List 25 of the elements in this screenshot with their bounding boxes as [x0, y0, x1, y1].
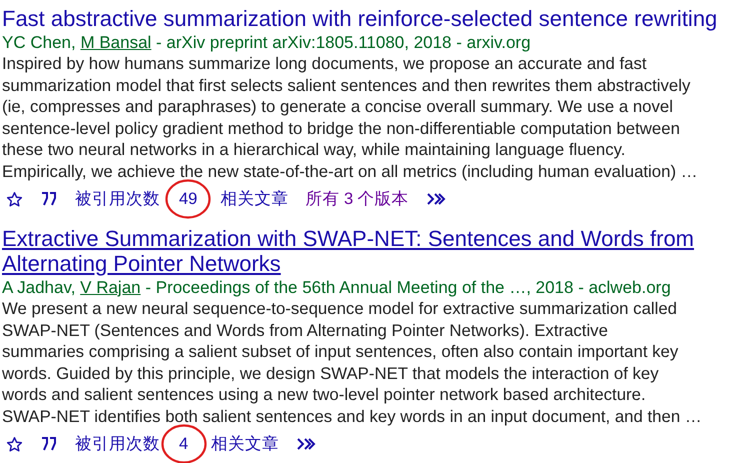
result-title[interactable]: Fast abstractive summarization with reinforce-selected sentence rewriting — [2, 6, 718, 31]
citation-count[interactable]: 49 — [179, 190, 198, 208]
related-articles-link[interactable]: 相关文章 — [211, 433, 280, 455]
cited-by-link[interactable]: 被引用次数 — [75, 433, 160, 455]
star-icon[interactable] — [6, 190, 23, 208]
author-separator: , — [70, 278, 76, 297]
author-name: A Jadhav — [2, 278, 71, 297]
all-versions-link[interactable]: 所有 3 个版本 — [305, 188, 409, 210]
author-separator: , — [70, 33, 77, 52]
more-icon[interactable] — [296, 437, 316, 451]
related-articles-link[interactable]: 相关文章 — [220, 188, 288, 210]
author-link[interactable]: V Rajan — [80, 278, 141, 297]
result-snippet: Inspired by how humans summarize long documents, we propose an accurate and fast summarization model that first selects salient sentences and then rewrites them abstractively (ie, compresses and paraphrases) to generate a concise overall summary. We use a novel sentence-level policy gradient method to bridge the non-differentiable computation between these two neural networks in a hierarchical way, while maintaining language fluency. Empirically, we achieve the new state-of-the-art on all metrics (including human evaluation) … — [2, 53, 698, 182]
cited-by-link[interactable]: 被引用次数 — [75, 188, 160, 210]
citation-count[interactable]: 4 — [179, 434, 188, 454]
result-snippet: We present a new neural sequence-to-sequence model for extractive summarization called SWAP-NET (Sentences and Words from Alternating Pointer Networks). Extractive summaries comprising a salient subset of input sentences, often also contain important key words. Guided by this principle, we design SWAP-NET that models the interaction of key words and salient sentences using a new two-level pointer network based architecture. SWAP-NET identifies both salient sentences and key words in an input document, and then … — [2, 298, 703, 427]
quote-icon[interactable] — [40, 437, 58, 451]
result-title[interactable]: Extractive Summarization with SWAP-NET: Sentences and Words from Alternating Pointer Networks — [2, 226, 694, 276]
star-icon[interactable] — [6, 436, 23, 452]
publication-source: - arXiv preprint arXiv:1805.11080, 2018 - arxiv.org — [155, 33, 531, 52]
author-link[interactable]: M Bansal — [80, 33, 152, 52]
publication-source: - Proceedings of the 56th Annual Meeting of the …, 2018 - aclweb.org — [144, 278, 671, 297]
quote-icon[interactable] — [40, 192, 58, 206]
author-name: YC Chen — [2, 33, 71, 52]
more-icon[interactable] — [426, 192, 446, 206]
